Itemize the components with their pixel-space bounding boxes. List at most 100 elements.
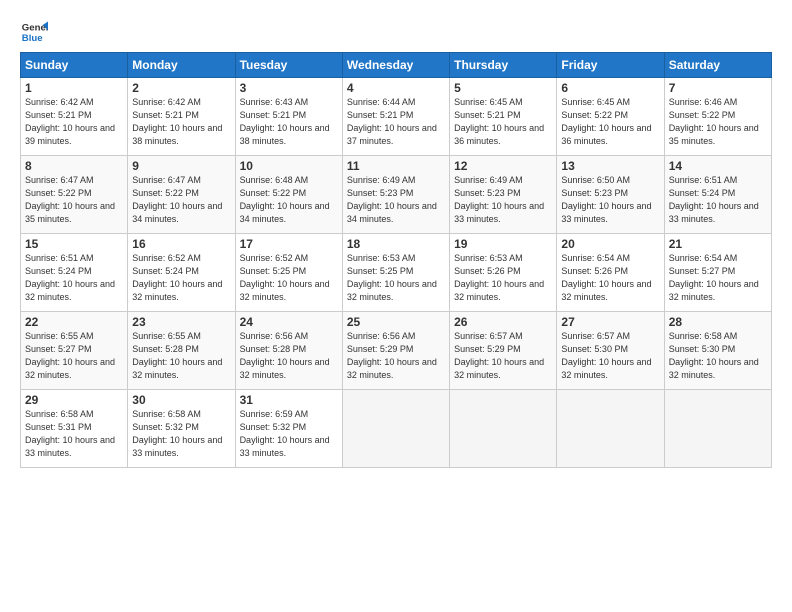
- calendar-cell: 8 Sunrise: 6:47 AM Sunset: 5:22 PM Dayli…: [21, 156, 128, 234]
- calendar-cell: 19 Sunrise: 6:53 AM Sunset: 5:26 PM Dayl…: [450, 234, 557, 312]
- day-number: 11: [347, 159, 445, 173]
- calendar-cell: 16 Sunrise: 6:52 AM Sunset: 5:24 PM Dayl…: [128, 234, 235, 312]
- day-number: 27: [561, 315, 659, 329]
- day-info: Sunrise: 6:53 AM Sunset: 5:26 PM Dayligh…: [454, 252, 552, 304]
- day-info: Sunrise: 6:42 AM Sunset: 5:21 PM Dayligh…: [132, 96, 230, 148]
- calendar-week-3: 15 Sunrise: 6:51 AM Sunset: 5:24 PM Dayl…: [21, 234, 772, 312]
- calendar-cell: [664, 390, 771, 468]
- calendar-cell: 17 Sunrise: 6:52 AM Sunset: 5:25 PM Dayl…: [235, 234, 342, 312]
- day-number: 7: [669, 81, 767, 95]
- day-number: 22: [25, 315, 123, 329]
- day-info: Sunrise: 6:51 AM Sunset: 5:24 PM Dayligh…: [25, 252, 123, 304]
- day-info: Sunrise: 6:49 AM Sunset: 5:23 PM Dayligh…: [347, 174, 445, 226]
- day-info: Sunrise: 6:49 AM Sunset: 5:23 PM Dayligh…: [454, 174, 552, 226]
- header-thursday: Thursday: [450, 53, 557, 78]
- day-number: 31: [240, 393, 338, 407]
- day-info: Sunrise: 6:45 AM Sunset: 5:22 PM Dayligh…: [561, 96, 659, 148]
- day-info: Sunrise: 6:55 AM Sunset: 5:27 PM Dayligh…: [25, 330, 123, 382]
- day-info: Sunrise: 6:58 AM Sunset: 5:30 PM Dayligh…: [669, 330, 767, 382]
- day-info: Sunrise: 6:52 AM Sunset: 5:25 PM Dayligh…: [240, 252, 338, 304]
- header-wednesday: Wednesday: [342, 53, 449, 78]
- header-monday: Monday: [128, 53, 235, 78]
- day-info: Sunrise: 6:58 AM Sunset: 5:32 PM Dayligh…: [132, 408, 230, 460]
- calendar-cell: [557, 390, 664, 468]
- day-number: 20: [561, 237, 659, 251]
- day-info: Sunrise: 6:50 AM Sunset: 5:23 PM Dayligh…: [561, 174, 659, 226]
- header-saturday: Saturday: [664, 53, 771, 78]
- calendar-cell: [450, 390, 557, 468]
- calendar-header-row: SundayMondayTuesdayWednesdayThursdayFrid…: [21, 53, 772, 78]
- calendar-week-4: 22 Sunrise: 6:55 AM Sunset: 5:27 PM Dayl…: [21, 312, 772, 390]
- calendar-cell: 18 Sunrise: 6:53 AM Sunset: 5:25 PM Dayl…: [342, 234, 449, 312]
- day-info: Sunrise: 6:54 AM Sunset: 5:26 PM Dayligh…: [561, 252, 659, 304]
- day-info: Sunrise: 6:46 AM Sunset: 5:22 PM Dayligh…: [669, 96, 767, 148]
- day-info: Sunrise: 6:58 AM Sunset: 5:31 PM Dayligh…: [25, 408, 123, 460]
- day-info: Sunrise: 6:47 AM Sunset: 5:22 PM Dayligh…: [132, 174, 230, 226]
- calendar-cell: 28 Sunrise: 6:58 AM Sunset: 5:30 PM Dayl…: [664, 312, 771, 390]
- calendar-cell: 9 Sunrise: 6:47 AM Sunset: 5:22 PM Dayli…: [128, 156, 235, 234]
- calendar-cell: 7 Sunrise: 6:46 AM Sunset: 5:22 PM Dayli…: [664, 78, 771, 156]
- calendar-cell: 20 Sunrise: 6:54 AM Sunset: 5:26 PM Dayl…: [557, 234, 664, 312]
- calendar-cell: 14 Sunrise: 6:51 AM Sunset: 5:24 PM Dayl…: [664, 156, 771, 234]
- day-number: 4: [347, 81, 445, 95]
- calendar-cell: [342, 390, 449, 468]
- header-friday: Friday: [557, 53, 664, 78]
- day-info: Sunrise: 6:48 AM Sunset: 5:22 PM Dayligh…: [240, 174, 338, 226]
- day-number: 17: [240, 237, 338, 251]
- calendar-cell: 27 Sunrise: 6:57 AM Sunset: 5:30 PM Dayl…: [557, 312, 664, 390]
- header-tuesday: Tuesday: [235, 53, 342, 78]
- calendar-week-1: 1 Sunrise: 6:42 AM Sunset: 5:21 PM Dayli…: [21, 78, 772, 156]
- day-info: Sunrise: 6:47 AM Sunset: 5:22 PM Dayligh…: [25, 174, 123, 226]
- calendar-cell: 29 Sunrise: 6:58 AM Sunset: 5:31 PM Dayl…: [21, 390, 128, 468]
- calendar-cell: 3 Sunrise: 6:43 AM Sunset: 5:21 PM Dayli…: [235, 78, 342, 156]
- calendar-week-5: 29 Sunrise: 6:58 AM Sunset: 5:31 PM Dayl…: [21, 390, 772, 468]
- calendar-cell: 5 Sunrise: 6:45 AM Sunset: 5:21 PM Dayli…: [450, 78, 557, 156]
- calendar-page: General Blue SundayMondayTuesdayWednesda…: [0, 0, 792, 612]
- day-number: 10: [240, 159, 338, 173]
- calendar-cell: 13 Sunrise: 6:50 AM Sunset: 5:23 PM Dayl…: [557, 156, 664, 234]
- day-number: 26: [454, 315, 552, 329]
- day-info: Sunrise: 6:59 AM Sunset: 5:32 PM Dayligh…: [240, 408, 338, 460]
- day-number: 9: [132, 159, 230, 173]
- day-number: 28: [669, 315, 767, 329]
- calendar-cell: 2 Sunrise: 6:42 AM Sunset: 5:21 PM Dayli…: [128, 78, 235, 156]
- calendar-cell: 12 Sunrise: 6:49 AM Sunset: 5:23 PM Dayl…: [450, 156, 557, 234]
- day-number: 12: [454, 159, 552, 173]
- day-number: 29: [25, 393, 123, 407]
- calendar-cell: 23 Sunrise: 6:55 AM Sunset: 5:28 PM Dayl…: [128, 312, 235, 390]
- day-number: 16: [132, 237, 230, 251]
- calendar-cell: 30 Sunrise: 6:58 AM Sunset: 5:32 PM Dayl…: [128, 390, 235, 468]
- day-info: Sunrise: 6:56 AM Sunset: 5:29 PM Dayligh…: [347, 330, 445, 382]
- calendar-cell: 11 Sunrise: 6:49 AM Sunset: 5:23 PM Dayl…: [342, 156, 449, 234]
- day-number: 1: [25, 81, 123, 95]
- day-number: 8: [25, 159, 123, 173]
- logo: General Blue: [20, 18, 48, 46]
- calendar-cell: 26 Sunrise: 6:57 AM Sunset: 5:29 PM Dayl…: [450, 312, 557, 390]
- day-number: 13: [561, 159, 659, 173]
- svg-text:Blue: Blue: [22, 33, 43, 44]
- day-number: 19: [454, 237, 552, 251]
- day-number: 18: [347, 237, 445, 251]
- day-info: Sunrise: 6:57 AM Sunset: 5:29 PM Dayligh…: [454, 330, 552, 382]
- calendar-cell: 10 Sunrise: 6:48 AM Sunset: 5:22 PM Dayl…: [235, 156, 342, 234]
- day-number: 30: [132, 393, 230, 407]
- day-info: Sunrise: 6:52 AM Sunset: 5:24 PM Dayligh…: [132, 252, 230, 304]
- calendar-cell: 24 Sunrise: 6:56 AM Sunset: 5:28 PM Dayl…: [235, 312, 342, 390]
- svg-text:General: General: [22, 22, 48, 33]
- day-info: Sunrise: 6:51 AM Sunset: 5:24 PM Dayligh…: [669, 174, 767, 226]
- calendar-week-2: 8 Sunrise: 6:47 AM Sunset: 5:22 PM Dayli…: [21, 156, 772, 234]
- calendar-cell: 4 Sunrise: 6:44 AM Sunset: 5:21 PM Dayli…: [342, 78, 449, 156]
- day-number: 3: [240, 81, 338, 95]
- day-number: 14: [669, 159, 767, 173]
- day-info: Sunrise: 6:53 AM Sunset: 5:25 PM Dayligh…: [347, 252, 445, 304]
- day-info: Sunrise: 6:57 AM Sunset: 5:30 PM Dayligh…: [561, 330, 659, 382]
- day-number: 21: [669, 237, 767, 251]
- calendar-cell: 25 Sunrise: 6:56 AM Sunset: 5:29 PM Dayl…: [342, 312, 449, 390]
- day-info: Sunrise: 6:43 AM Sunset: 5:21 PM Dayligh…: [240, 96, 338, 148]
- header-sunday: Sunday: [21, 53, 128, 78]
- day-number: 24: [240, 315, 338, 329]
- calendar-cell: 1 Sunrise: 6:42 AM Sunset: 5:21 PM Dayli…: [21, 78, 128, 156]
- header: General Blue: [20, 18, 772, 46]
- day-info: Sunrise: 6:42 AM Sunset: 5:21 PM Dayligh…: [25, 96, 123, 148]
- day-number: 2: [132, 81, 230, 95]
